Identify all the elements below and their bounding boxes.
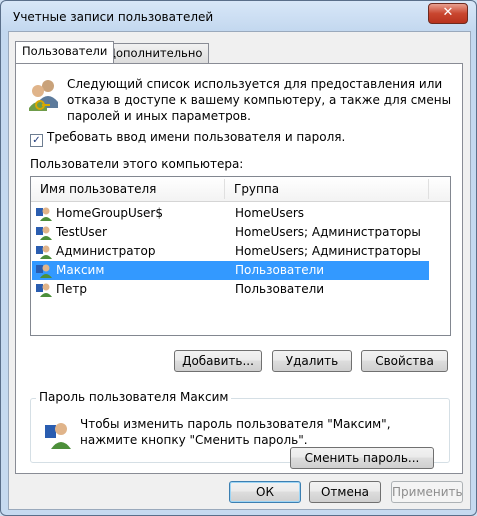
- user-icon: [36, 226, 52, 240]
- remove-user-button[interactable]: Удалить: [272, 350, 352, 372]
- tab-users[interactable]: Пользователи: [15, 41, 115, 63]
- ok-button[interactable]: ОК: [229, 481, 301, 503]
- table-row[interactable]: Администратор HomeUsers; Администраторы: [32, 242, 429, 261]
- table-row[interactable]: HomeGroupUser$ HomeUsers: [32, 204, 429, 223]
- column-header-group[interactable]: Группа: [225, 177, 279, 201]
- users-list[interactable]: Имя пользователя Группа HomeGroupUser$ H…: [30, 176, 451, 336]
- require-login-checkbox[interactable]: ✓: [30, 134, 43, 147]
- column-header-username[interactable]: Имя пользователя: [31, 177, 156, 201]
- user-group: HomeUsers; Администраторы: [235, 225, 421, 239]
- user-group: HomeUsers: [235, 206, 305, 220]
- dialog-client-area: Пользователи Дополнительно Следующий спи…: [8, 31, 471, 510]
- cancel-button[interactable]: Отмена: [309, 481, 381, 503]
- tab-advanced[interactable]: Дополнительно: [100, 43, 210, 63]
- require-login-row[interactable]: ✓ Требовать ввод имени пользователя и пар…: [30, 130, 345, 147]
- user-name: HomeGroupUser$: [56, 206, 163, 220]
- user-name: Петр: [56, 282, 88, 296]
- tab-panel-users: Следующий список используется для предос…: [15, 63, 463, 474]
- require-login-label: Требовать ввод имени пользователя и паро…: [47, 130, 346, 144]
- user-name: TestUser: [56, 225, 107, 239]
- user-group: Пользователи: [235, 263, 325, 277]
- apply-button[interactable]: Применить: [391, 481, 463, 503]
- user-name: Максим: [56, 263, 105, 277]
- user-icon: [36, 264, 52, 278]
- change-password-button[interactable]: Сменить пароль...: [290, 447, 434, 469]
- properties-button[interactable]: Свойства: [361, 350, 448, 372]
- close-button[interactable]: ✕: [428, 3, 468, 24]
- user-group: Пользователи: [235, 282, 325, 296]
- password-group-title: Пароль пользователя Максим: [36, 390, 232, 404]
- description-text: Следующий список используется для предос…: [67, 77, 452, 123]
- user-key-icon: [45, 423, 71, 449]
- dialog-window: Учетные записи пользователей ✕ Пользоват…: [0, 0, 477, 516]
- user-group: HomeUsers; Администраторы: [235, 244, 421, 258]
- table-row[interactable]: Петр Пользователи: [32, 280, 429, 299]
- password-instructions: Чтобы изменить пароль пользователя "Макс…: [80, 417, 391, 447]
- users-icon: [29, 80, 58, 111]
- window-title: Учетные записи пользователей: [13, 10, 214, 24]
- user-icon: [36, 207, 52, 221]
- table-row-selected[interactable]: Максим Пользователи: [32, 261, 429, 280]
- add-user-button[interactable]: Добавить...: [174, 350, 262, 372]
- column-separator[interactable]: [428, 179, 429, 199]
- users-list-label: Пользователи этого компьютера:: [30, 157, 244, 171]
- user-icon: [36, 283, 52, 297]
- user-name: Администратор: [56, 244, 156, 258]
- users-list-header: Имя пользователя Группа: [31, 177, 450, 202]
- user-icon: [36, 245, 52, 259]
- table-row[interactable]: TestUser HomeUsers; Администраторы: [32, 223, 429, 242]
